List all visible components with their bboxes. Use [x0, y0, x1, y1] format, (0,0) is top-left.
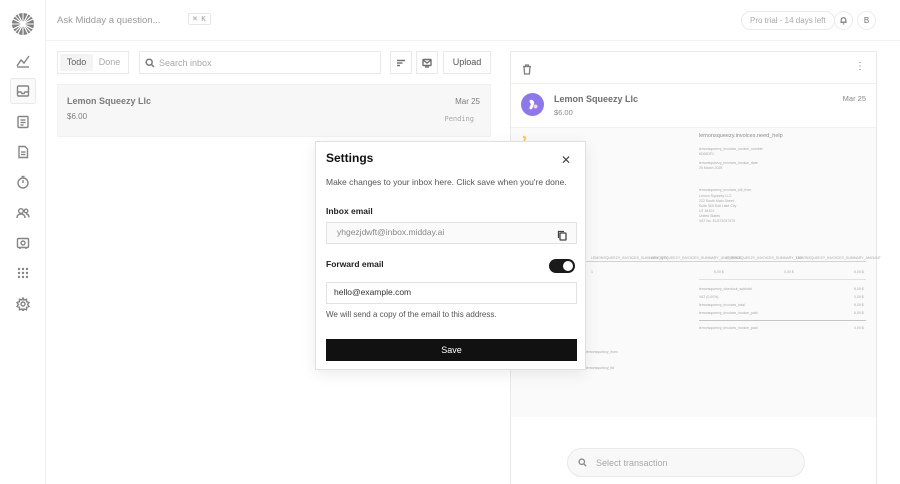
save-button[interactable]: Save — [326, 339, 577, 361]
forward-email-toggle[interactable] — [549, 259, 575, 273]
inbox-email-field — [326, 222, 577, 244]
app-root: Ask Midday a question... ⌘ K Pro trial -… — [0, 0, 900, 484]
inbox-email-label: Inbox email — [326, 206, 373, 216]
forward-email-input[interactable] — [334, 287, 544, 297]
copy-button[interactable] — [557, 228, 567, 246]
toggle-knob — [563, 261, 573, 271]
settings-dialog: Settings ✕ Make changes to your inbox he… — [315, 141, 586, 370]
forward-email-hint: We will send a copy of the email to this… — [326, 310, 497, 319]
forward-email-label: Forward email — [326, 259, 384, 269]
dialog-title: Settings — [326, 151, 374, 165]
forward-email-field — [326, 282, 577, 304]
dialog-description: Make changes to your inbox here. Click s… — [326, 177, 567, 187]
inbox-email-input[interactable] — [337, 227, 547, 237]
copy-icon — [557, 230, 567, 241]
close-icon[interactable]: ✕ — [561, 154, 571, 166]
